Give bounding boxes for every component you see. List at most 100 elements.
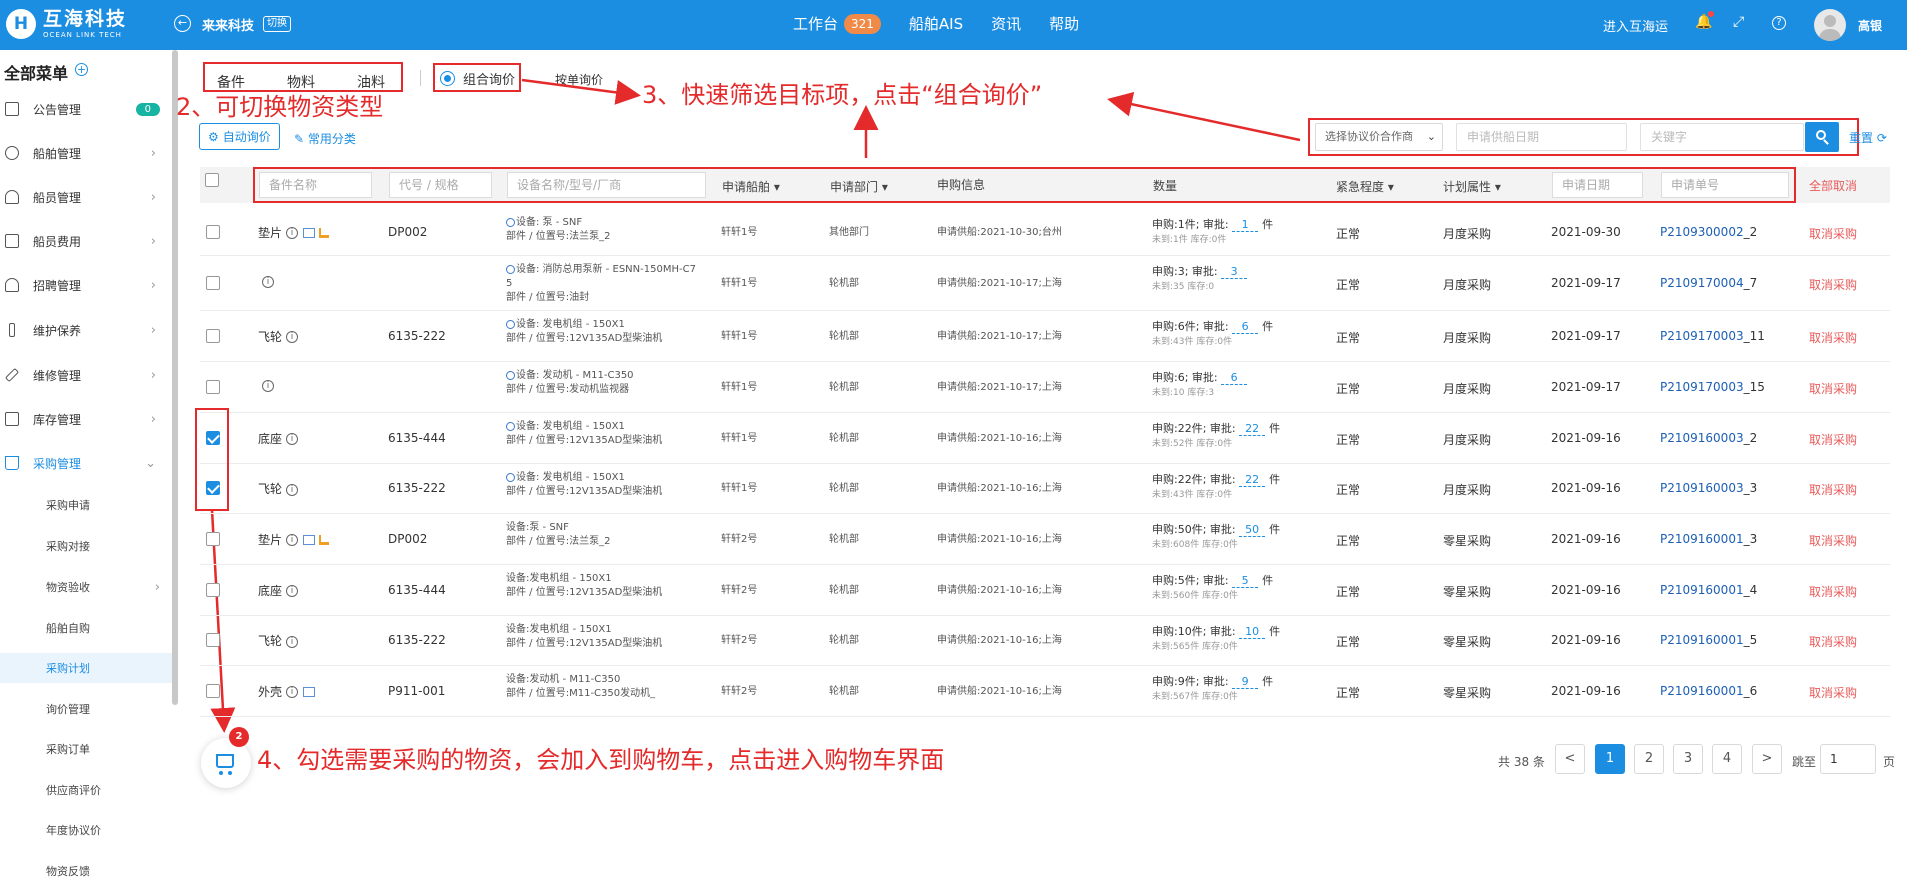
- enter-ocean-link[interactable]: 进入互海运: [1603, 16, 1668, 35]
- page-3-button[interactable]: 3: [1673, 744, 1703, 774]
- row-checkbox[interactable]: [206, 683, 220, 698]
- order-link[interactable]: P2109170003: [1660, 380, 1744, 394]
- page-1-button[interactable]: 1: [1595, 744, 1625, 774]
- nav-news[interactable]: 资讯: [991, 13, 1021, 34]
- row-checkbox[interactable]: [206, 328, 220, 343]
- approve-qty-input[interactable]: 50: [1239, 523, 1266, 537]
- sidebar-sub-supplier-evaluation[interactable]: 供应商评价: [0, 775, 172, 805]
- sidebar-item-crew[interactable]: 船员管理 ›: [0, 182, 168, 212]
- approve-qty-input[interactable]: 22: [1239, 473, 1266, 487]
- urgency-column-header[interactable]: 紧急程度 ▾: [1336, 178, 1394, 195]
- sidebar-sub-purchase-request[interactable]: 采购申请: [0, 490, 172, 520]
- info-icon[interactable]: i: [262, 380, 274, 392]
- info-icon[interactable]: i: [286, 433, 299, 445]
- sidebar-sub-purchase-docking[interactable]: 采购对接: [0, 531, 172, 561]
- sidebar-sub-goods-acceptance[interactable]: 物资验收 ›: [0, 572, 172, 602]
- help-icon[interactable]: ?: [1772, 16, 1786, 30]
- prev-page-button[interactable]: <: [1555, 744, 1585, 774]
- partner-select[interactable]: 选择协议价合作商 ⌄: [1315, 123, 1443, 151]
- row-checkbox[interactable]: [206, 582, 220, 597]
- approve-qty-input[interactable]: 6: [1221, 371, 1248, 385]
- approve-qty-input[interactable]: 6: [1232, 320, 1259, 334]
- cancel-purchase-button[interactable]: 取消采购: [1809, 276, 1857, 293]
- order-link[interactable]: P2109160003: [1660, 481, 1744, 495]
- sidebar-item-announcements[interactable]: 公告管理 0: [0, 94, 168, 124]
- sidebar-item-inventory[interactable]: 库存管理 ›: [0, 404, 168, 434]
- approve-qty-input[interactable]: 22: [1239, 422, 1266, 436]
- info-icon[interactable]: i: [286, 483, 299, 496]
- apply-date-filter[interactable]: 申请日期: [1552, 172, 1643, 198]
- sidebar-sub-ship-self-purchase[interactable]: 船舶自购: [0, 613, 172, 643]
- goto-page-input[interactable]: 1: [1820, 744, 1876, 774]
- sidebar-sub-goods-feedback[interactable]: 物资反馈: [0, 856, 172, 886]
- page-2-button[interactable]: 2: [1634, 744, 1664, 774]
- sidebar-sub-inquiry-management[interactable]: 询价管理: [0, 694, 172, 724]
- cancel-purchase-button[interactable]: 取消采购: [1809, 225, 1857, 242]
- supply-date-input[interactable]: 申请供船日期: [1456, 123, 1627, 151]
- cancel-purchase-button[interactable]: 取消采购: [1809, 684, 1857, 701]
- approve-qty-input[interactable]: 3: [1221, 265, 1248, 279]
- row-checkbox[interactable]: [206, 430, 220, 445]
- cancel-purchase-button[interactable]: 取消采购: [1809, 481, 1857, 498]
- sidebar-sub-purchase-plan[interactable]: 采购计划: [0, 653, 172, 683]
- plan-column-header[interactable]: 计划属性 ▾: [1443, 178, 1501, 195]
- order-link[interactable]: P2109160001: [1660, 583, 1744, 597]
- nav-help[interactable]: 帮助: [1049, 13, 1079, 34]
- order-link[interactable]: P2109300002: [1660, 225, 1744, 239]
- page-4-button[interactable]: 4: [1712, 744, 1742, 774]
- sidebar-item-procurement[interactable]: 采购管理 ⌄: [0, 448, 168, 478]
- auto-inquiry-button[interactable]: ⚙ 自动询价: [199, 123, 280, 150]
- order-no-filter[interactable]: 申请单号: [1661, 172, 1789, 198]
- cancel-purchase-button[interactable]: 取消采购: [1809, 583, 1857, 600]
- nav-workbench[interactable]: 工作台 321: [793, 13, 881, 34]
- info-icon[interactable]: i: [286, 227, 299, 239]
- dept-column-header[interactable]: 申请部门 ▾: [830, 178, 888, 195]
- approve-qty-input[interactable]: 1: [1232, 218, 1259, 232]
- sidebar-item-recruit[interactable]: 招聘管理 ›: [0, 270, 168, 300]
- order-link[interactable]: P2109160001: [1660, 633, 1744, 647]
- sidebar-sub-purchase-order[interactable]: 采购订单: [0, 734, 172, 764]
- image-icon[interactable]: [303, 535, 316, 545]
- row-checkbox[interactable]: [206, 481, 220, 495]
- row-checkbox[interactable]: [206, 224, 220, 239]
- avatar[interactable]: [1814, 9, 1846, 41]
- ship-column-header[interactable]: 申请船舶 ▾: [722, 178, 780, 195]
- cancel-purchase-button[interactable]: 取消采购: [1809, 532, 1857, 549]
- row-checkbox[interactable]: [206, 379, 220, 394]
- cancel-purchase-button[interactable]: 取消采购: [1809, 329, 1857, 346]
- row-checkbox[interactable]: [206, 531, 220, 546]
- common-category-link[interactable]: ✎ 常用分类: [294, 130, 356, 147]
- approve-qty-input[interactable]: 9: [1232, 675, 1259, 689]
- cancel-purchase-button[interactable]: 取消采购: [1809, 633, 1857, 650]
- sidebar-item-crew-cost[interactable]: 船员费用 ›: [0, 226, 168, 256]
- next-page-button[interactable]: >: [1752, 744, 1782, 774]
- row-checkbox[interactable]: [206, 275, 220, 290]
- sidebar-item-repair[interactable]: 维修管理 ›: [0, 360, 168, 390]
- image-icon[interactable]: [303, 687, 316, 697]
- info-icon[interactable]: i: [286, 686, 299, 698]
- row-checkbox[interactable]: [206, 633, 220, 647]
- approve-qty-input[interactable]: 10: [1239, 625, 1266, 639]
- cancel-purchase-button[interactable]: 取消采购: [1809, 380, 1857, 397]
- select-all-checkbox[interactable]: [205, 173, 219, 187]
- order-link[interactable]: P2109160001: [1660, 684, 1744, 698]
- image-icon[interactable]: [303, 228, 316, 238]
- order-link[interactable]: P2109170003: [1660, 329, 1744, 343]
- sidebar-item-maintenance[interactable]: 维护保养 ›: [0, 315, 168, 345]
- order-link[interactable]: P2109160001: [1660, 532, 1744, 546]
- info-icon[interactable]: i: [286, 585, 299, 597]
- keyword-input[interactable]: 关键字: [1640, 123, 1804, 151]
- cancel-all-button[interactable]: 全部取消: [1809, 177, 1857, 194]
- sidebar-sub-annual-agreement-price[interactable]: 年度协议价: [0, 815, 172, 845]
- code-spec-filter[interactable]: 代号 / 规格: [389, 172, 492, 198]
- fullscreen-icon[interactable]: ⤢: [1733, 14, 1744, 30]
- add-menu-icon[interactable]: +: [75, 63, 88, 76]
- search-button[interactable]: [1805, 122, 1839, 152]
- username[interactable]: 高银: [1858, 17, 1882, 34]
- info-icon[interactable]: i: [286, 534, 299, 546]
- logo[interactable]: H 互海科技 OCEAN LINK TECH: [6, 9, 127, 39]
- cancel-purchase-button[interactable]: 取消采购: [1809, 431, 1857, 448]
- by-order-inquiry-option[interactable]: 按单询价: [555, 71, 603, 88]
- part-name-filter[interactable]: 备件名称: [259, 172, 372, 198]
- info-icon[interactable]: i: [286, 331, 299, 343]
